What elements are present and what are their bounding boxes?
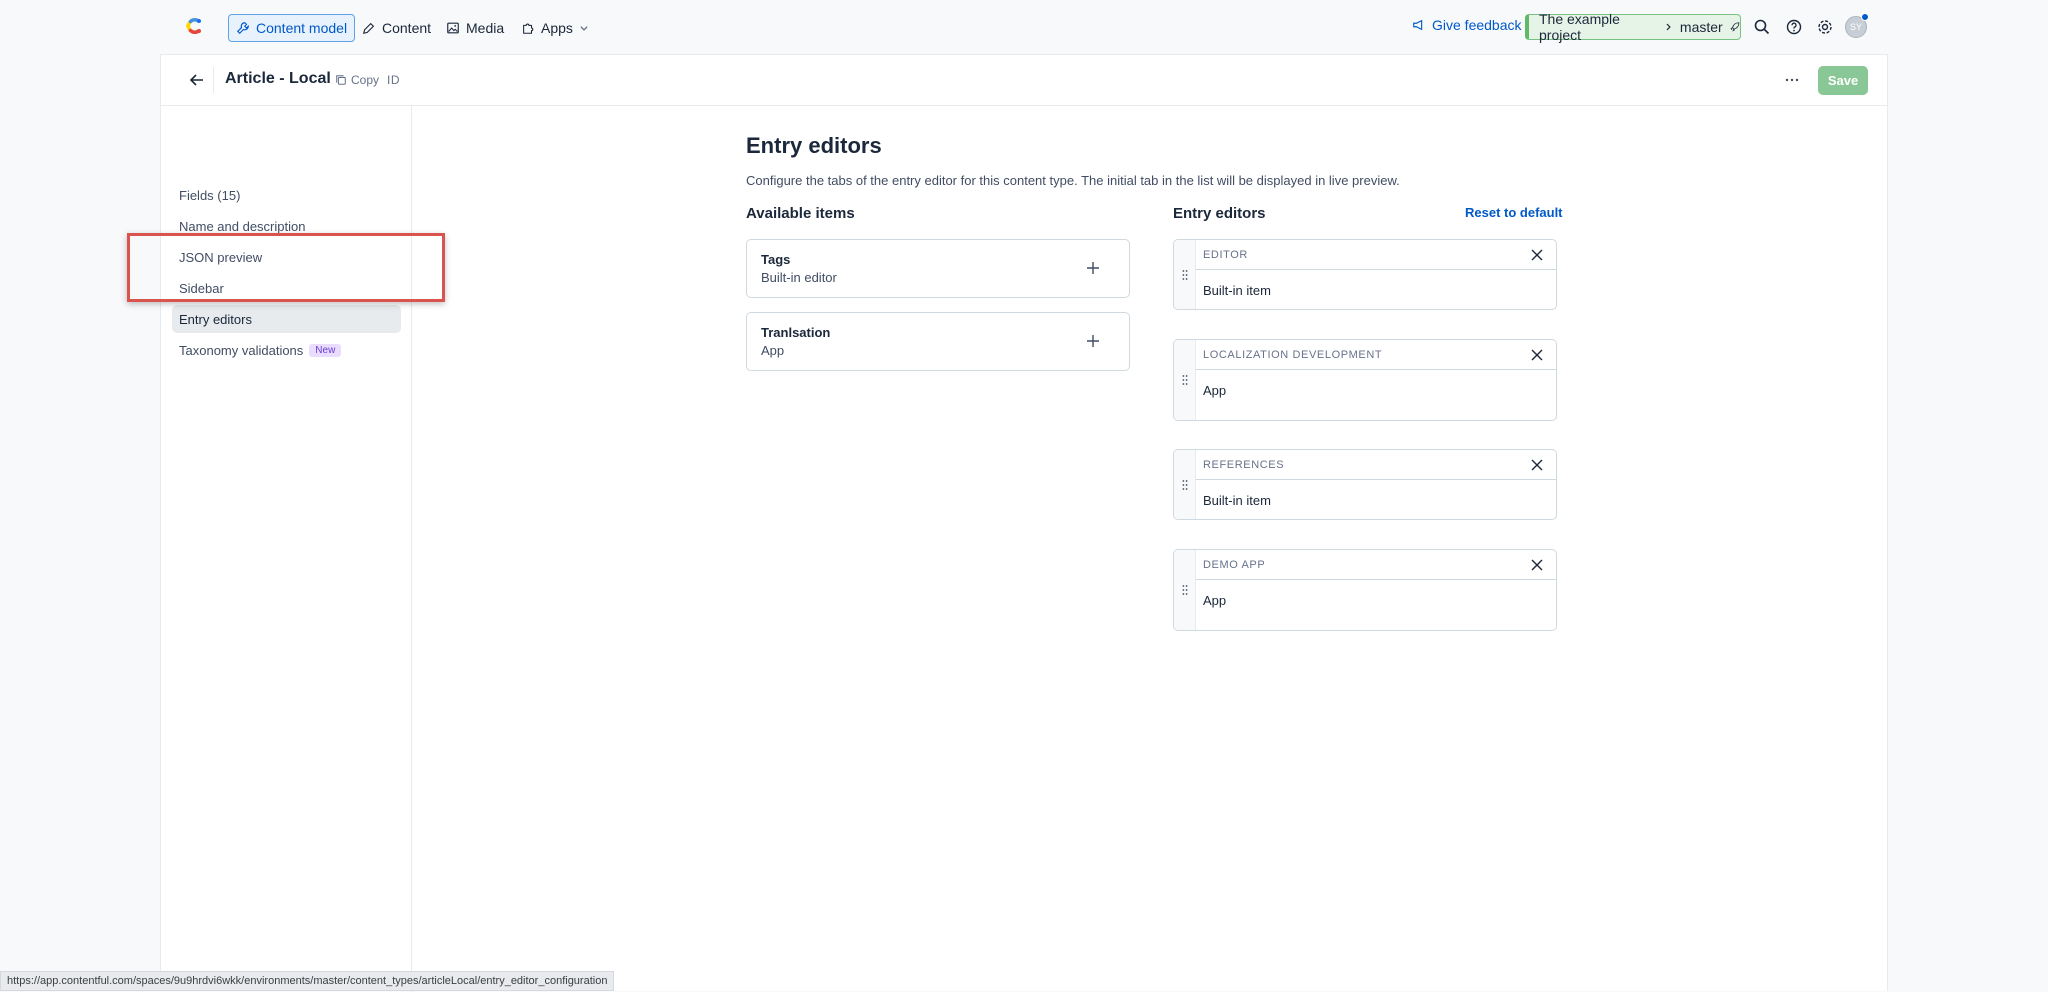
nav-label: Apps	[541, 20, 573, 36]
available-item-name: Tags	[761, 252, 791, 267]
copy-label: Copy	[351, 73, 380, 87]
search-icon[interactable]	[1753, 18, 1771, 36]
nav-label: Content model	[256, 20, 348, 36]
environment-switcher[interactable]: The example project master	[1525, 11, 1741, 43]
reset-to-default-button[interactable]: Reset to default	[1465, 205, 1563, 220]
avatar-initials: SY	[1849, 22, 1862, 32]
entry-editor-name: LOCALIZATION DEVELOPMENT	[1203, 349, 1383, 361]
available-item-name: Tranlsation	[761, 325, 831, 340]
entry-editor-header: LOCALIZATION DEVELOPMENT	[1196, 340, 1556, 370]
entry-editor-type: App	[1203, 593, 1227, 608]
close-icon[interactable]	[1530, 248, 1544, 262]
entry-editor-name: DEMO APP	[1203, 559, 1266, 571]
entry-editor-card: REFERENCES Built-in item	[1173, 449, 1557, 520]
status-bar-url: https://app.contentful.com/spaces/9u9hrd…	[0, 971, 615, 991]
sidebar-item-label: Fields (15)	[179, 187, 241, 203]
entry-editor-header: REFERENCES	[1196, 450, 1556, 480]
copy-id-button[interactable]: Copy	[335, 73, 379, 87]
close-icon[interactable]	[1530, 348, 1544, 362]
save-button[interactable]: Save	[1818, 66, 1868, 95]
sidebar-item-label: Sidebar	[179, 280, 224, 296]
available-item-type: Built-in editor	[761, 270, 837, 285]
copy-icon	[336, 75, 346, 85]
available-item-card: Tags Built-in editor	[746, 239, 1130, 298]
arrow-left-icon[interactable]	[188, 71, 206, 89]
content-type-panel: Article - Local Copy ID Save Fields (15)…	[127, 54, 1888, 992]
entry-editor-card: DEMO APP App	[1173, 549, 1557, 631]
entry-editor-type: App	[1203, 383, 1227, 398]
puzzle-icon	[523, 23, 534, 34]
nav-label: Content	[382, 20, 432, 36]
chevron-right-icon	[1667, 23, 1672, 31]
nav-label: Media	[466, 20, 505, 36]
plus-icon[interactable]	[1085, 260, 1101, 276]
notification-dot	[1861, 13, 1869, 21]
sidebar-item-sidebar[interactable]: Sidebar	[172, 274, 401, 302]
wrench-icon	[236, 22, 249, 35]
sidebar-item-entry-editors[interactable]: Entry editors	[172, 305, 401, 333]
drag-handle-icon	[1182, 269, 1187, 280]
sidebar-item-label: Taxonomy validations	[179, 342, 304, 358]
available-items-title: Available items	[746, 205, 855, 222]
drag-handle[interactable]	[1174, 240, 1196, 309]
drag-handle[interactable]	[1174, 450, 1196, 519]
sidebar-item-fields[interactable]: Fields (15)	[172, 181, 401, 209]
drag-handle[interactable]	[1174, 340, 1196, 420]
entry-editor-card: EDITOR Built-in item	[1173, 239, 1557, 310]
available-item-card: Tranlsation App	[746, 312, 1130, 371]
feedback-label: Give feedback	[1432, 17, 1522, 33]
help-icon[interactable]	[1785, 18, 1803, 36]
megaphone-icon	[1413, 19, 1423, 31]
id-label: ID	[387, 73, 400, 87]
sidebar-item-json-preview[interactable]: JSON preview	[172, 243, 401, 271]
contentful-logo-icon[interactable]	[182, 14, 206, 38]
entry-editor-type: Built-in item	[1203, 283, 1271, 298]
entry-editor-header: EDITOR	[1196, 240, 1556, 270]
available-item-type: App	[761, 343, 785, 358]
new-badge: New	[309, 343, 342, 357]
sidebar-item-label: Entry editors	[179, 311, 252, 327]
sidebar-item-label: Name and description	[179, 218, 306, 234]
entry-editor-type: Built-in item	[1203, 493, 1271, 508]
content-type-header: Article - Local Copy ID Save	[161, 55, 1887, 106]
chevron-down-icon	[580, 26, 588, 31]
sidebar-item-taxonomy-validations[interactable]: Taxonomy validations New	[172, 336, 401, 364]
plus-icon[interactable]	[1085, 333, 1101, 349]
give-feedback-link[interactable]: Give feedback	[1412, 17, 1522, 33]
environment-name: master	[1679, 19, 1723, 35]
page-title: Article - Local	[225, 70, 331, 87]
header-divider	[213, 67, 214, 93]
section-title: Entry editors	[746, 133, 882, 158]
entry-editor-name: REFERENCES	[1203, 459, 1285, 471]
close-icon[interactable]	[1530, 558, 1544, 572]
entry-editor-card: LOCALIZATION DEVELOPMENT App	[1173, 339, 1557, 421]
image-icon	[447, 22, 459, 34]
drag-handle-icon	[1182, 585, 1187, 595]
nav-content-model[interactable]: Content model	[228, 14, 356, 42]
section-description: Configure the tabs of the entry editor f…	[746, 173, 1400, 188]
drag-handle[interactable]	[1174, 550, 1196, 630]
sidebar-item-label: JSON preview	[179, 249, 263, 265]
drag-handle-icon	[1182, 479, 1187, 490]
nav-content[interactable]: Content	[355, 14, 438, 42]
nav-media[interactable]: Media	[439, 14, 511, 42]
drag-handle-icon	[1182, 375, 1187, 385]
entry-editors-title: Entry editors	[1173, 205, 1266, 222]
nav-apps[interactable]: Apps	[514, 14, 596, 42]
sidebar-item-name-description[interactable]: Name and description	[172, 212, 401, 240]
entry-editor-header: DEMO APP	[1196, 550, 1556, 580]
gear-icon[interactable]	[1816, 18, 1834, 36]
pencil-icon	[362, 22, 375, 35]
project-name: The example project	[1539, 11, 1620, 43]
entry-editor-name: EDITOR	[1203, 249, 1248, 261]
close-icon[interactable]	[1530, 458, 1544, 472]
content-type-sidebar: Fields (15) Name and description JSON pr…	[161, 106, 412, 992]
top-navigation: Content model Content Media Apps Give fe…	[0, 0, 2048, 54]
rocket-icon	[1730, 22, 1740, 32]
more-options-icon[interactable]	[1783, 71, 1801, 89]
